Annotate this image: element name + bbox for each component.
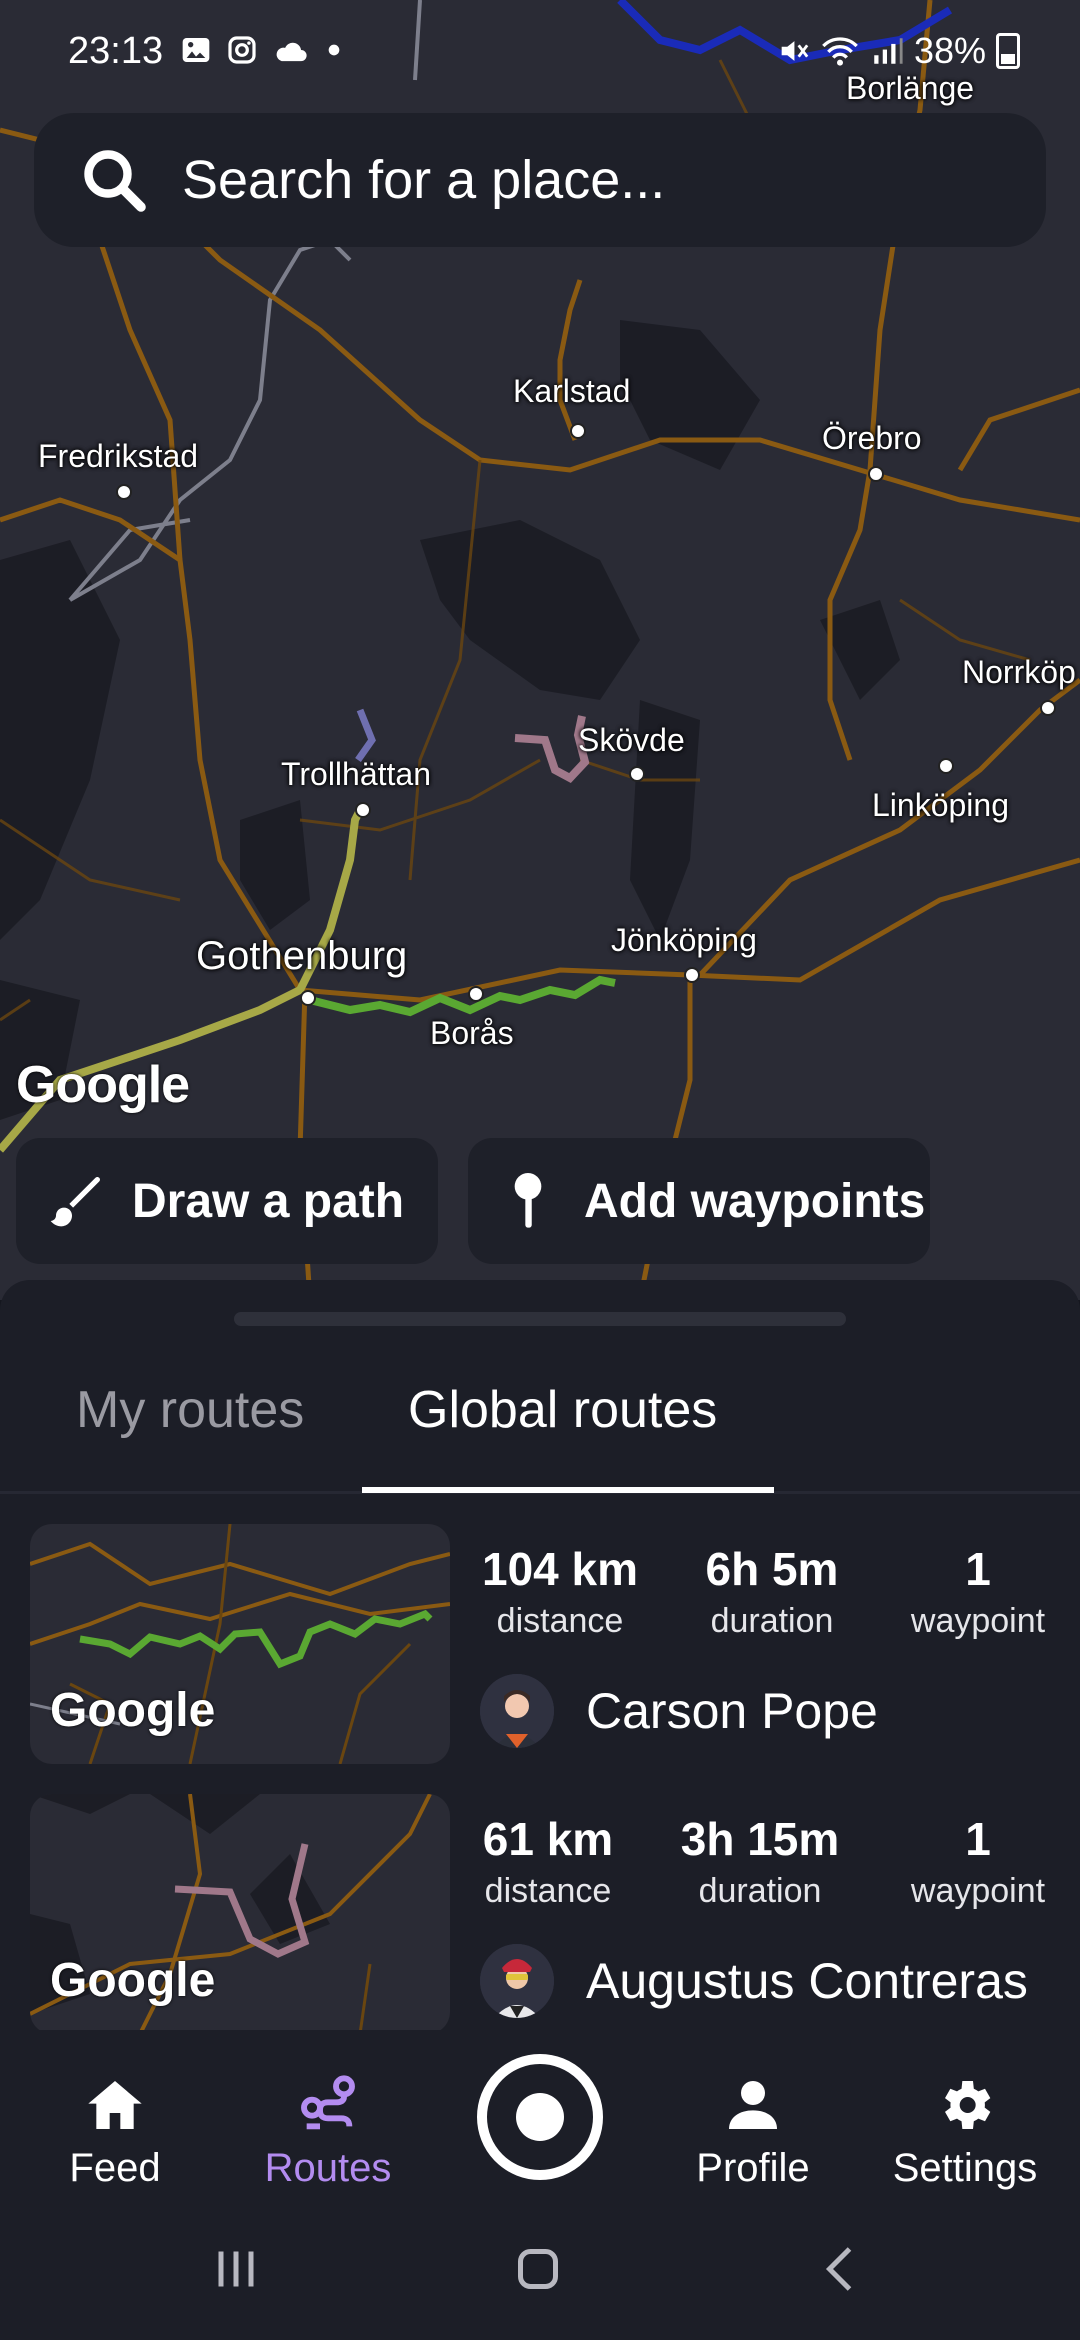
distance-value: 104 km [481, 1543, 638, 1595]
duration-value: 6h 5m [705, 1543, 839, 1595]
search-input[interactable]: Search for a place... [182, 149, 665, 211]
battery-percentage: 38% [913, 30, 986, 71]
nav-settings-label: Settings [892, 2146, 1038, 2190]
city-dot-norrkoping [1040, 700, 1056, 716]
city-dot-gothenburg [300, 990, 316, 1006]
add-waypoints-label: Add waypoints [584, 1174, 926, 1228]
city-label-trollhattan: Trollhättan [281, 756, 431, 792]
tab-global-routes[interactable]: Global routes [408, 1380, 717, 1440]
gear-icon [945, 2081, 991, 2129]
nav-routes-label: Routes [264, 2146, 392, 2190]
route-distance: 104 km distance [470, 1542, 650, 1641]
active-tab-indicator [362, 1487, 774, 1493]
wifi-icon [822, 37, 858, 66]
nav-routes[interactable]: Routes [238, 2070, 418, 2191]
city-dot-jonkoping [684, 967, 700, 983]
route-icon [301, 2075, 355, 2130]
signal-icon [874, 38, 903, 64]
instagram-icon [226, 34, 258, 66]
city-label-fredrikstad: Fredrikstad [38, 438, 199, 474]
brush-icon [50, 1177, 100, 1227]
search-bar[interactable]: Search for a place... [34, 113, 1046, 247]
sheet-drag-handle[interactable] [234, 1312, 846, 1326]
tab-my-routes[interactable]: My routes [76, 1380, 304, 1440]
city-dot-boras [468, 986, 484, 1002]
route-map-thumbnail: Google [30, 1794, 450, 2030]
status-bar: 23:13 38% [0, 0, 1080, 105]
duration-value: 3h 15m [680, 1813, 840, 1865]
city-label-norrkoping: Norrköp [962, 654, 1076, 690]
nav-feed[interactable]: Feed [25, 2070, 205, 2191]
city-label-orebro: Örebro [822, 420, 922, 456]
home-button-icon[interactable] [508, 2239, 568, 2299]
route-duration: 3h 15m duration [670, 1812, 850, 1911]
city-label-karlstad: Karlstad [513, 373, 631, 409]
cloud-icon [272, 34, 307, 66]
home-icon [88, 2081, 142, 2129]
waypoints-value: 1 [965, 1813, 991, 1865]
city-label-jonkoping: Jönköping [611, 922, 757, 958]
person-icon [729, 2081, 777, 2129]
distance-value: 61 km [482, 1813, 614, 1865]
duration-label: duration [710, 1602, 834, 1640]
back-icon[interactable] [812, 2239, 872, 2299]
city-label-skovde: Skövde [578, 722, 685, 758]
city-dot-fredrikstad [116, 484, 132, 500]
search-icon [84, 150, 146, 212]
author-name: Augustus Contreras [586, 1953, 1028, 2009]
recent-apps-icon[interactable] [206, 2239, 266, 2299]
bottom-navigation: Feed Routes Profile Settings [0, 2030, 1080, 2205]
draw-path-label: Draw a path [132, 1174, 405, 1228]
status-time: 23:13 [68, 30, 164, 72]
city-label-gothenburg: Gothenburg [196, 934, 408, 978]
nav-feed-label: Feed [69, 2146, 161, 2190]
nav-profile[interactable]: Profile [663, 2070, 843, 2191]
dot-icon [318, 34, 350, 66]
mute-icon [781, 41, 809, 61]
avatar [480, 1674, 554, 1748]
record-button[interactable] [477, 2054, 603, 2180]
route-author[interactable]: Carson Pope [480, 1674, 878, 1748]
google-attribution: Google [16, 1056, 190, 1114]
city-dot-karlstad [570, 423, 586, 439]
waypoints-label: waypoint [910, 1872, 1046, 1910]
thumb-google-attribution: Google [50, 1684, 216, 1737]
city-label-boras: Borås [430, 1015, 514, 1051]
route-distance: 61 km distance [458, 1812, 638, 1911]
route-author[interactable]: Augustus Contreras [480, 1944, 1028, 2018]
route-duration: 6h 5m duration [682, 1542, 862, 1641]
add-waypoints-button[interactable]: Add waypoints [468, 1138, 930, 1264]
gallery-icon [180, 34, 212, 66]
nav-profile-label: Profile [696, 2146, 810, 2190]
waypoints-label: waypoint [910, 1602, 1046, 1640]
route-map-thumbnail: Google [30, 1524, 450, 1764]
route-card[interactable]: Google 61 km distance 3h 15m duration 1 … [30, 1794, 1050, 2030]
distance-label: distance [496, 1602, 624, 1640]
pin-icon [514, 1173, 542, 1228]
routes-sheet: My routes Global routes Google 104 km di… [0, 1280, 1080, 2030]
author-name: Carson Pope [586, 1683, 878, 1739]
route-waypoints: 1 waypoint [888, 1542, 1068, 1641]
distance-label: distance [484, 1872, 612, 1910]
waypoints-value: 1 [965, 1543, 991, 1595]
system-navigation-bar [0, 2205, 1080, 2340]
route-waypoints: 1 waypoint [888, 1812, 1050, 1911]
draw-path-button[interactable]: Draw a path [16, 1138, 438, 1264]
route-card[interactable]: Google 104 km distance 6h 5m duration 1 … [30, 1524, 1050, 1769]
thumb-google-attribution: Google [50, 1954, 216, 2007]
duration-label: duration [698, 1872, 822, 1910]
city-dot-linkoping [938, 758, 954, 774]
battery-icon [996, 33, 1020, 69]
city-label-linkoping: Linköping [872, 787, 1009, 823]
nav-settings[interactable]: Settings [875, 2070, 1055, 2191]
avatar [480, 1944, 554, 2018]
city-dot-orebro [868, 466, 884, 482]
city-dot-skovde [629, 766, 645, 782]
city-dot-trollhattan [355, 802, 371, 818]
